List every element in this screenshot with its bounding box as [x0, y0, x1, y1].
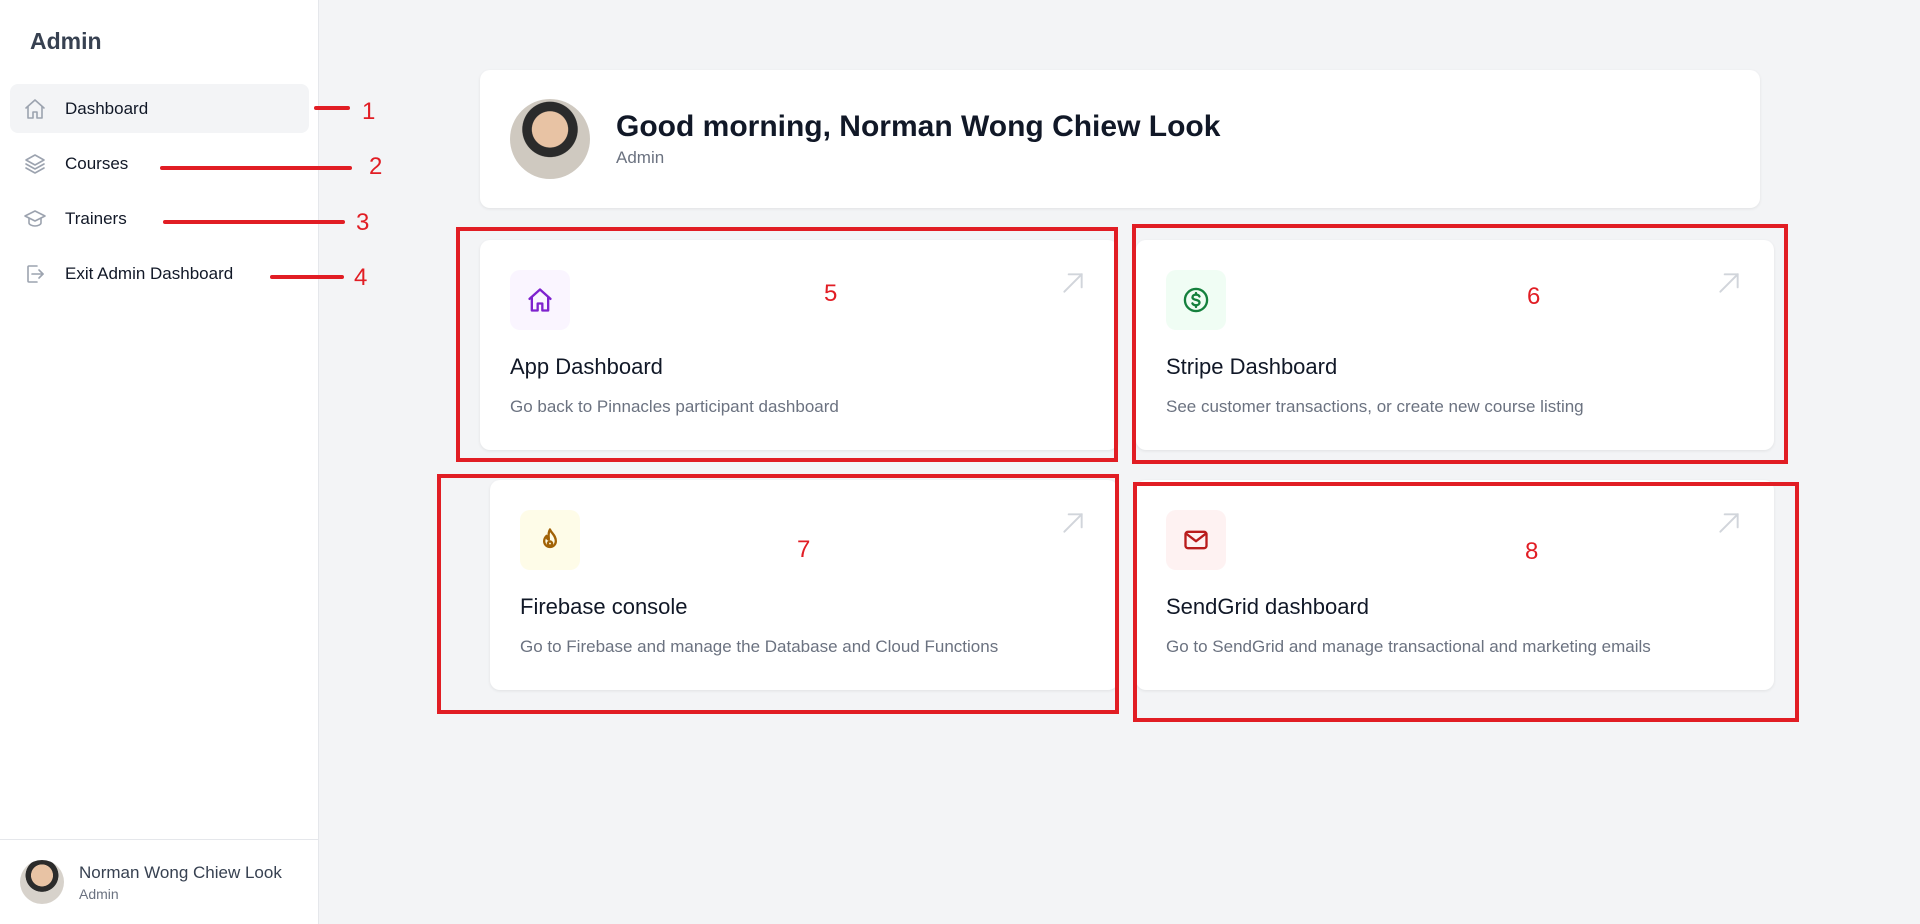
avatar — [510, 99, 590, 179]
annotation-number: 1 — [362, 98, 376, 125]
annotation-number: 4 — [354, 264, 368, 291]
logout-icon — [22, 261, 48, 287]
sidebar-item-label: Trainers — [65, 208, 127, 228]
sidebar: Admin Dashboard Courses Trainers Exit Ad… — [0, 0, 319, 924]
sidebar-item-dashboard[interactable]: Dashboard — [10, 84, 309, 133]
greeting-card: Good morning, Norman Wong Chiew Look Adm… — [480, 70, 1760, 208]
user-name: Norman Wong Chiew Look — [79, 862, 282, 882]
annotation-line — [270, 275, 344, 279]
sidebar-user[interactable]: Norman Wong Chiew Look Admin — [0, 839, 319, 924]
sidebar-item-trainers[interactable]: Trainers — [10, 194, 309, 243]
annotation-number: 3 — [356, 209, 370, 236]
layers-icon — [22, 151, 48, 177]
sidebar-brand: Admin — [30, 28, 102, 54]
annotation-line — [314, 106, 350, 110]
user-role: Admin — [79, 885, 119, 902]
annotation-line — [163, 220, 345, 224]
annotation-box — [1133, 482, 1799, 722]
annotation-number: 5 — [824, 280, 838, 307]
annotation-box — [1132, 224, 1788, 464]
sidebar-item-exit-admin[interactable]: Exit Admin Dashboard — [10, 249, 309, 298]
home-icon — [22, 96, 48, 122]
sidebar-item-label: Dashboard — [65, 98, 149, 118]
sidebar-item-label: Exit Admin Dashboard — [65, 263, 234, 283]
annotation-box — [456, 227, 1118, 462]
annotation-number: 7 — [797, 536, 811, 563]
avatar — [20, 860, 64, 904]
sidebar-item-label: Courses — [65, 153, 129, 173]
annotation-box — [437, 474, 1119, 714]
annotation-line — [160, 166, 352, 170]
sidebar-item-courses[interactable]: Courses — [10, 139, 309, 188]
annotation-number: 8 — [1525, 538, 1539, 565]
graduation-cap-icon — [22, 206, 48, 232]
annotation-number: 6 — [1527, 283, 1541, 310]
annotation-number: 2 — [369, 153, 383, 180]
sidebar-nav: Dashboard Courses Trainers Exit Admin Da… — [10, 84, 309, 304]
page-title: Good morning, Norman Wong Chiew Look — [616, 110, 1221, 143]
user-role: Admin — [616, 148, 665, 167]
